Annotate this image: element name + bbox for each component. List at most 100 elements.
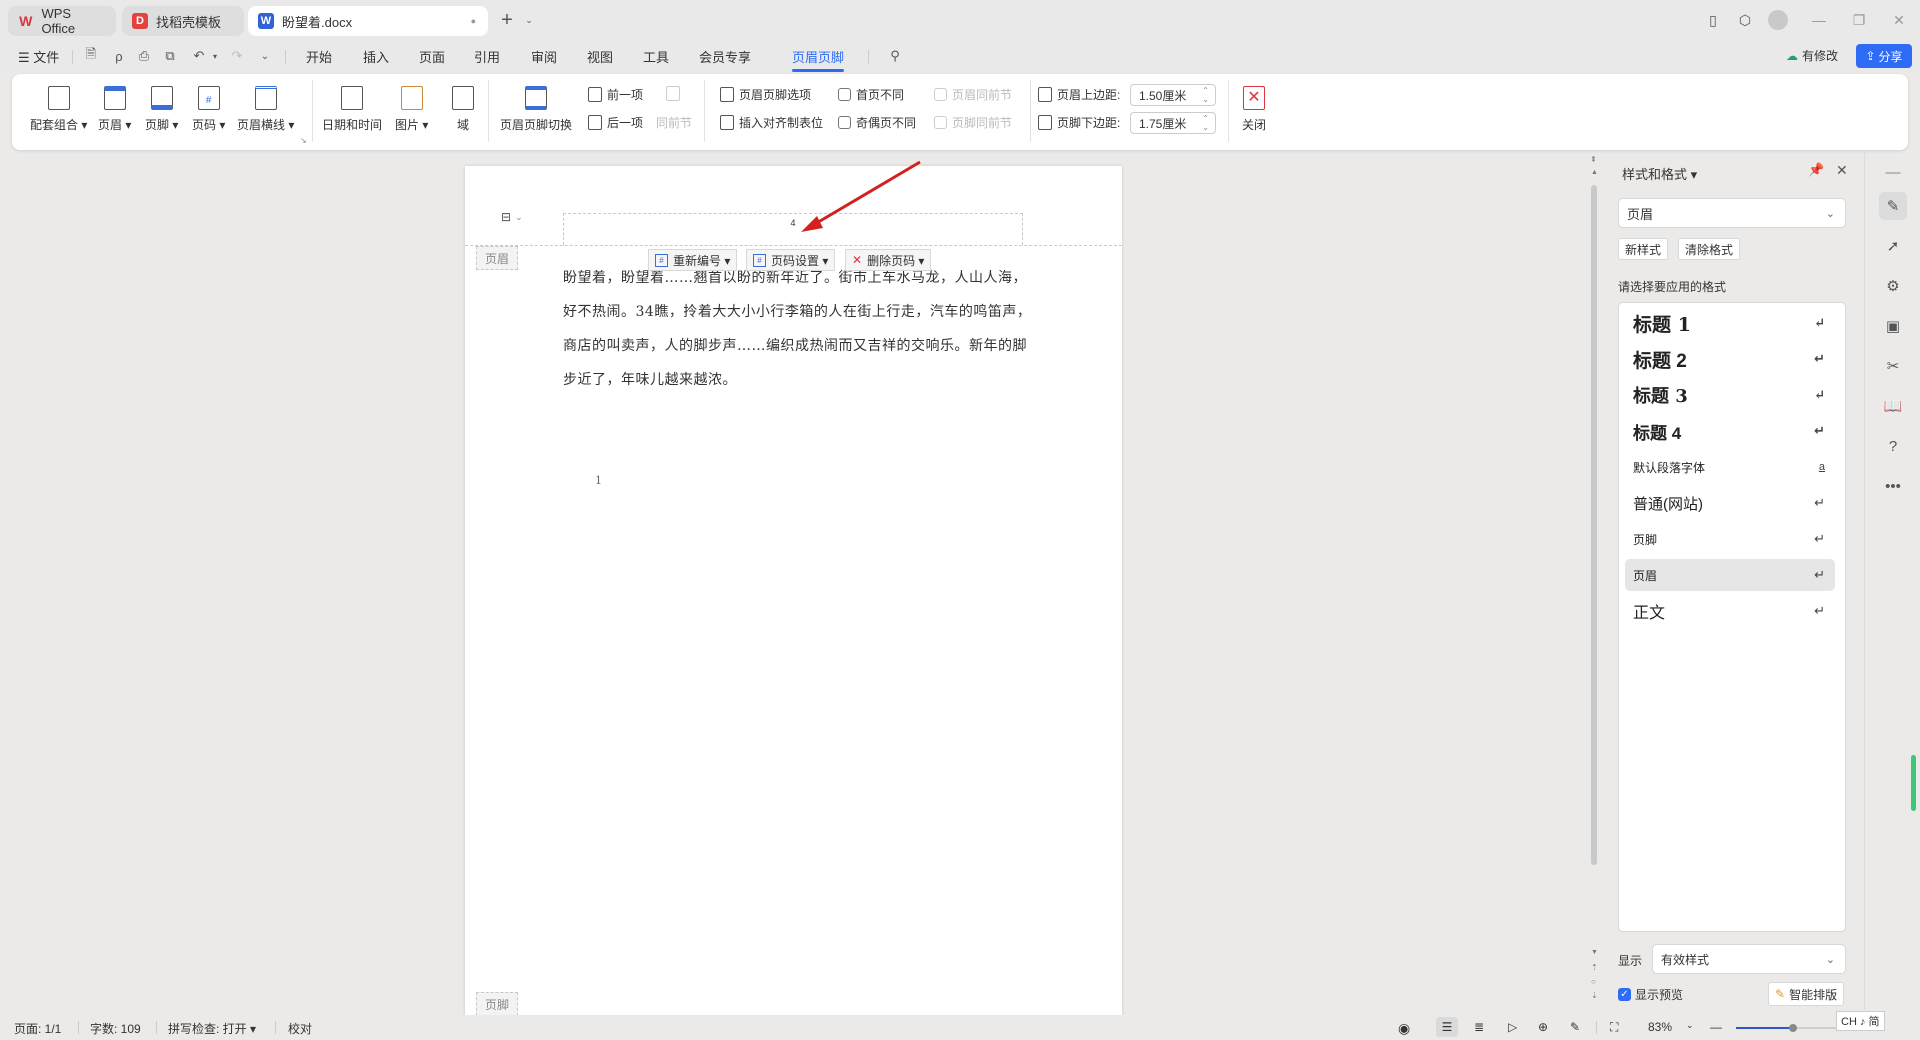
side-scroll-indicator[interactable] xyxy=(1911,755,1916,811)
print-preview-icon[interactable]: ⧉ xyxy=(161,47,179,65)
next-page-icon[interactable]: ⇣ xyxy=(1591,991,1598,1000)
word-count[interactable]: 字数: 109 xyxy=(90,1020,141,1037)
menu-insert[interactable]: 插入 xyxy=(363,47,389,66)
header-top-margin-input[interactable]: 1.50厘米 ⌃ ⌄ xyxy=(1130,84,1216,106)
collapse-rail-icon[interactable]: — xyxy=(1879,158,1907,186)
close-window-button[interactable]: ✕ xyxy=(1888,10,1910,30)
menu-review[interactable]: 审阅 xyxy=(531,47,557,66)
tab-wps-office[interactable]: W WPS Office xyxy=(8,6,116,36)
print-icon[interactable]: ⎙ xyxy=(135,47,153,65)
close-header-footer-button[interactable]: ✕ 关闭 xyxy=(1242,86,1266,133)
same-as-prev-button[interactable] xyxy=(662,86,685,101)
style-select[interactable]: 页眉 ⌄ xyxy=(1618,198,1846,228)
picture-button[interactable]: 图片 ▾ xyxy=(395,86,428,133)
scroll-thumb[interactable] xyxy=(1591,185,1597,865)
body-paragraph[interactable]: 盼望着，盼望着……翘首以盼的新年近了。街市上车水马龙，人山人海，好不热闹。34瞧… xyxy=(563,261,1033,397)
restore-button[interactable]: ❐ xyxy=(1848,10,1870,30)
scroll-down-icon[interactable]: ▼ xyxy=(1591,949,1598,956)
fit-page-icon[interactable]: ⛶ xyxy=(1610,1020,1618,1035)
proofread-button[interactable]: 校对 xyxy=(288,1020,312,1037)
zoom-dropdown-icon[interactable]: ⌄ xyxy=(1686,1020,1694,1031)
style-item-heading4[interactable]: 标题 4 ↵ xyxy=(1625,415,1835,447)
odd-even-diff-checkbox[interactable]: 奇偶页不同 xyxy=(838,114,916,131)
document-scrollbar[interactable]: ⇞ ▲ ▼ ⇡ ○ ⇣ xyxy=(1588,155,1600,1015)
zoom-level[interactable]: 83% xyxy=(1648,1020,1672,1034)
style-item-default-font[interactable]: 默认段落字体 a xyxy=(1625,451,1835,483)
style-format-pen-icon[interactable]: ✎ xyxy=(1879,192,1907,220)
ime-indicator[interactable]: CH ♪ 简 xyxy=(1836,1011,1885,1031)
tab-docer[interactable]: D 找稻壳模板 xyxy=(122,6,244,36)
undo-dropdown-icon[interactable]: ▾ xyxy=(206,47,224,65)
style-item-heading2[interactable]: 标题 2 ↵ xyxy=(1625,343,1835,375)
show-preview-checkbox[interactable]: ✓ 显示预览 xyxy=(1618,986,1683,1003)
minimize-button[interactable]: — xyxy=(1808,10,1830,30)
menu-header-footer[interactable]: 页眉页脚 xyxy=(792,47,845,72)
select-pointer-icon[interactable]: ➚ xyxy=(1879,232,1907,260)
search-icon[interactable]: ⚲ xyxy=(886,47,904,65)
adjust-sliders-icon[interactable]: ⚙ xyxy=(1879,272,1907,300)
scroll-top-icon[interactable]: ⇞ xyxy=(1590,155,1597,164)
style-item-header[interactable]: 页眉 ↵ xyxy=(1625,559,1835,591)
tab-document[interactable]: W 盼望着.docx ● xyxy=(248,6,488,36)
style-item-heading3[interactable]: 标题 3 ↵ xyxy=(1625,379,1835,411)
field-button[interactable]: 域 xyxy=(452,86,474,133)
cube-icon[interactable]: ⬡ xyxy=(1734,10,1756,30)
menu-tools[interactable]: 工具 xyxy=(643,47,669,66)
new-tab-button[interactable]: + xyxy=(496,9,518,31)
clear-format-button[interactable]: 清除格式 xyxy=(1678,238,1741,260)
menu-page[interactable]: 页面 xyxy=(419,47,445,66)
style-item-body[interactable]: 正文 ↵ xyxy=(1625,595,1835,627)
tablet-mode-icon[interactable]: ▯ xyxy=(1702,10,1724,30)
file-menu[interactable]: ☰ 文件 xyxy=(18,47,59,66)
show-filter-select[interactable]: 有效样式 ⌄ xyxy=(1652,944,1846,974)
save-icon[interactable]: 🗎 xyxy=(82,46,100,65)
insert-align-tab-button[interactable]: 插入对齐制表位 xyxy=(720,114,823,131)
zoom-out-icon[interactable]: — xyxy=(1710,1020,1722,1034)
pin-icon[interactable]: 📌 xyxy=(1808,162,1824,178)
prev-item-button[interactable]: 前一项 xyxy=(588,86,643,103)
date-time-button[interactable]: 日期和时间 xyxy=(322,86,382,133)
combo-button[interactable]: 配套组合 ▾ xyxy=(30,86,87,133)
menu-home[interactable]: 开始 xyxy=(306,47,332,66)
style-item-normal-web[interactable]: 普通(网站) ↵ xyxy=(1625,487,1835,519)
menu-references[interactable]: 引用 xyxy=(474,47,500,66)
format-painter-icon[interactable]: ρ xyxy=(110,47,128,65)
panel-close-icon[interactable]: ✕ xyxy=(1836,162,1848,179)
modified-status[interactable]: ☁ 有修改 xyxy=(1786,47,1838,64)
header-line-button[interactable]: 页眉横线 ▾ xyxy=(237,86,294,133)
first-page-diff-checkbox[interactable]: 首页不同 xyxy=(838,86,904,103)
document-page[interactable]: ⊟ ⌄ 4 页眉 盼望着，盼望着……翘首以盼的新年近了。街市上车水马龙，人山人海，… xyxy=(465,160,1122,1016)
checkbox-box[interactable] xyxy=(934,116,947,129)
prev-page-icon[interactable]: ⇡ xyxy=(1591,963,1598,972)
menu-member[interactable]: 会员专享 xyxy=(699,47,751,66)
menu-view[interactable]: 视图 xyxy=(587,47,613,66)
footer-button[interactable]: 页脚 ▾ xyxy=(145,86,178,133)
spell-check-toggle[interactable]: 拼写检查: 打开 ▾ xyxy=(168,1020,256,1037)
outline-view-icon[interactable]: ≣ xyxy=(1474,1020,1484,1034)
smart-layout-button[interactable]: ✎ 智能排版 xyxy=(1768,982,1845,1006)
more-icon[interactable]: ••• xyxy=(1879,472,1907,500)
help-icon[interactable]: ? xyxy=(1879,432,1907,460)
tools-icon[interactable]: ✂ xyxy=(1879,352,1907,380)
new-style-button[interactable]: 新样式 xyxy=(1618,238,1669,260)
checkbox-box[interactable] xyxy=(934,88,947,101)
page-view-icon[interactable]: ☰ xyxy=(1436,1017,1458,1037)
browse-object-icon[interactable]: ○ xyxy=(1591,977,1596,986)
next-item-button[interactable]: 后一项 xyxy=(588,114,643,131)
web-view-icon[interactable]: ⊕ xyxy=(1538,1020,1548,1034)
annotate-pen-icon[interactable]: ✎ xyxy=(1570,1020,1580,1034)
book-search-icon[interactable]: 📖 xyxy=(1879,392,1907,420)
footer-same-prev-checkbox[interactable]: 页脚同前节 xyxy=(934,114,1012,131)
tab-list-chevron-icon[interactable]: ⌄ xyxy=(518,10,540,30)
scroll-up-icon[interactable]: ▲ xyxy=(1591,169,1598,176)
style-item-heading1[interactable]: 标题 1 ↵ xyxy=(1625,307,1835,339)
header-button[interactable]: 页眉 ▾ xyxy=(98,86,131,133)
spin-arrows-icon[interactable]: ⌃ ⌄ xyxy=(1202,114,1209,132)
spin-arrows-icon[interactable]: ⌃ ⌄ xyxy=(1202,86,1209,104)
share-button[interactable]: ⇪ 分享 xyxy=(1856,44,1912,68)
more-quick-chevron-icon[interactable]: ⌄ xyxy=(256,47,274,65)
redo-icon[interactable]: ↷ xyxy=(228,47,246,65)
header-footer-switch-button[interactable]: 页眉页脚切换 xyxy=(500,86,572,133)
page-number-button[interactable]: # 页码 ▾ xyxy=(192,86,225,133)
zoom-slider-thumb[interactable] xyxy=(1789,1024,1797,1032)
